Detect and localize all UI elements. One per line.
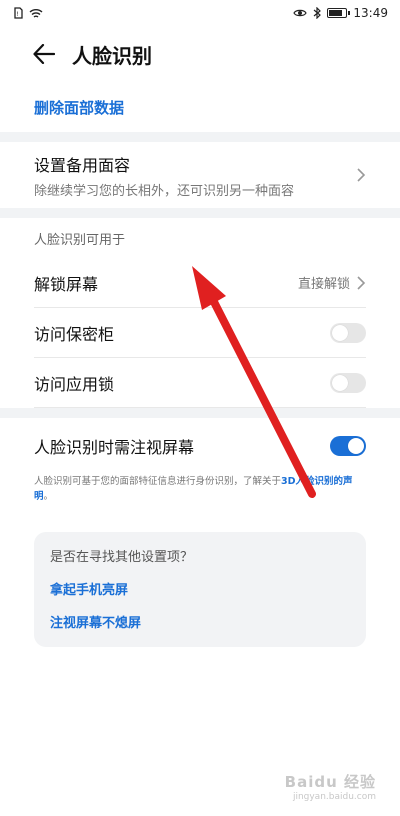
unlock-screen-row[interactable]: 解锁屏幕 直接解锁 [34, 258, 366, 308]
unlock-screen-value: 直接解锁 [297, 277, 350, 292]
backup-face-title: 设置备用面容 [34, 155, 131, 175]
sim-icon: ! [14, 7, 23, 19]
watermark-sub: jingyan.baidu.com [292, 792, 376, 802]
gaze-toggle[interactable] [330, 436, 366, 456]
app-lock-toggle[interactable] [330, 372, 366, 393]
gaze-row: 人脸识别时需注视屏幕 [0, 418, 400, 474]
vault-label: 访问保密柜 [34, 324, 115, 344]
status-bar: ! 13:49 [0, 0, 400, 26]
toggle-knob [332, 374, 348, 391]
gaze-label: 人脸识别时需注视屏幕 [34, 438, 195, 457]
title-bar: 人脸识别 [0, 26, 400, 82]
app-lock-row: 访问应用锁 [34, 358, 366, 408]
battery-icon [327, 8, 351, 18]
status-right: 13:49 [293, 6, 388, 20]
section-divider [0, 208, 400, 218]
status-time: 13:49 [353, 6, 388, 20]
unlock-screen-label: 解锁屏幕 [34, 274, 99, 294]
eye-comfort-icon [293, 9, 308, 17]
back-arrow-icon[interactable] [28, 38, 60, 70]
suggestion-card: 是否在寻找其他设置项？ 拿起手机亮屏 注视屏幕不熄屏 [34, 532, 366, 647]
page-title: 人脸识别 [72, 43, 152, 68]
backup-face-description: 除继续学习您的长相外，还可识别另一种面容 [34, 183, 295, 199]
backup-face-text: 设置备用面容 除继续学习您的长相外，还可识别另一种面容 [34, 152, 294, 199]
suggestion-gaze-keep-screen-on-link[interactable]: 注视屏幕不熄屏 [50, 612, 350, 631]
privacy-note-text: 人脸识别可基于您的面部特征信息进行身份识别，了解关于 [34, 476, 282, 487]
section-divider [0, 408, 400, 418]
chevron-right-icon [357, 275, 366, 290]
svg-text:!: ! [16, 11, 18, 18]
baidu-watermark: Baidu 经验 jingyan.baidu.com [285, 771, 376, 802]
toggle-knob [348, 438, 364, 454]
wifi-icon [29, 8, 43, 18]
bluetooth-icon [314, 7, 322, 19]
privacy-note-end: 。 [43, 491, 54, 502]
app-lock-label: 访问应用锁 [34, 374, 115, 394]
usage-section-header: 人脸识别可用于 [34, 232, 126, 248]
toggle-knob [332, 324, 348, 341]
watermark-main: Baidu 经验 [284, 773, 376, 791]
chevron-right-icon [357, 168, 366, 182]
delete-face-data-link[interactable]: 删除面部数据 [0, 82, 400, 132]
privacy-note: 人脸识别可基于您的面部特征信息进行身份识别，了解关于3D人脸识别的声明。 [0, 474, 400, 504]
unlock-screen-value-group: 直接解锁 [298, 273, 366, 292]
vault-row: 访问保密柜 [34, 308, 366, 358]
status-left: ! [14, 7, 43, 19]
backup-face-row[interactable]: 设置备用面容 除继续学习您的长相外，还可识别另一种面容 [0, 142, 400, 208]
suggestion-raise-to-wake-link[interactable]: 拿起手机亮屏 [50, 579, 350, 598]
vault-toggle[interactable] [330, 322, 366, 343]
suggestion-title: 是否在寻找其他设置项？ [50, 550, 194, 565]
section-divider [0, 132, 400, 142]
